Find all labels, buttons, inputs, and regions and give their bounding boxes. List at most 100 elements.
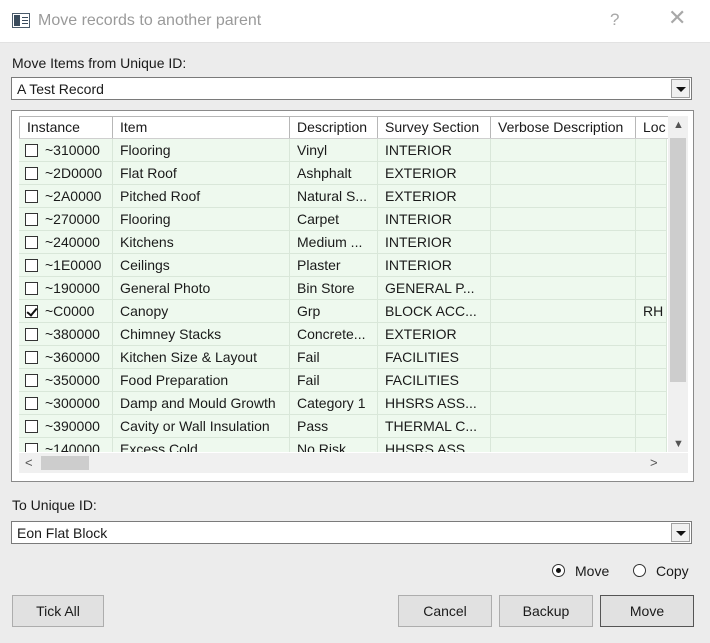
copy-radio-label[interactable]: Copy [656,563,689,579]
row-checkbox[interactable] [25,282,38,295]
table-row[interactable]: ~190000 General Photo Bin Store GENERAL P..… [19,277,667,300]
table-row[interactable]: ~360000 Kitchen Size & Layout Fail FACILITI… [19,346,667,369]
table-row[interactable]: ~240000 Kitchens Medium ... INTERIOR [19,231,667,254]
move-radio-label[interactable]: Move [575,563,609,579]
column-header-item[interactable]: Item [113,116,290,138]
cell-instance[interactable]: ~2D0000 [19,162,113,185]
column-header-verbose-description[interactable]: Verbose Description [491,116,636,138]
tick-all-button[interactable]: Tick All [12,595,104,627]
cell-instance[interactable]: ~390000 [19,415,113,438]
scroll-right-icon[interactable]: > [650,455,658,470]
horizontal-scrollbar[interactable]: < > [19,453,668,473]
column-header-instance[interactable]: Instance [19,116,113,138]
table-row[interactable]: ~270000 Flooring Carpet INTERIOR [19,208,667,231]
records-grid[interactable]: Instance Item Description Survey Section… [11,110,694,482]
chevron-down-icon[interactable] [671,79,690,98]
cell-instance[interactable]: ~270000 [19,208,113,231]
cell-survey-section: GENERAL P... [378,277,491,300]
cell-loc [636,415,667,438]
table-row[interactable]: ~310000 Flooring Vinyl INTERIOR [19,139,667,162]
cell-item: Kitchens [113,231,290,254]
cell-instance[interactable]: ~240000 [19,231,113,254]
cell-instance[interactable]: ~1E0000 [19,254,113,277]
scrollbar-corner [668,453,688,473]
instance-id-text: ~310000 [45,142,100,158]
cell-item: Kitchen Size & Layout [113,346,290,369]
table-row[interactable]: ~1E0000 Ceilings Plaster INTERIOR [19,254,667,277]
cell-instance[interactable]: ~2A0000 [19,185,113,208]
scroll-up-icon[interactable]: ▲ [673,119,684,131]
column-header-loc[interactable]: Loc [636,116,669,138]
scroll-down-icon[interactable]: ▼ [673,438,684,450]
row-checkbox[interactable] [25,420,38,433]
cancel-button[interactable]: Cancel [398,595,492,627]
instance-id-text: ~1E0000 [45,257,102,273]
cell-item: Excess Cold [113,438,290,452]
row-checkbox[interactable] [25,305,38,318]
cell-instance[interactable]: ~350000 [19,369,113,392]
row-checkbox[interactable] [25,374,38,387]
row-checkbox[interactable] [25,351,38,364]
column-header-survey-section[interactable]: Survey Section [378,116,491,138]
row-checkbox[interactable] [25,443,38,452]
cell-instance[interactable]: ~140000 [19,438,113,452]
row-checkbox[interactable] [25,397,38,410]
table-row[interactable]: ~C0000 Canopy Grp BLOCK ACC... RH [19,300,667,323]
cell-instance[interactable]: ~C0000 [19,300,113,323]
cell-description: Pass [290,415,378,438]
move-radio[interactable] [552,564,565,577]
cell-instance[interactable]: ~190000 [19,277,113,300]
cell-instance[interactable]: ~360000 [19,346,113,369]
column-header-description[interactable]: Description [290,116,378,138]
chevron-down-icon[interactable] [671,523,690,542]
cell-instance[interactable]: ~310000 [19,139,113,162]
backup-button[interactable]: Backup [499,595,593,627]
cell-description: Fail [290,369,378,392]
table-row[interactable]: ~140000 Excess Cold No Risk HHSRS ASS... [19,438,667,452]
instance-id-text: ~190000 [45,280,100,296]
close-icon[interactable]: ✕ [668,7,686,29]
vertical-scroll-thumb[interactable] [670,138,686,382]
to-unique-id-dropdown[interactable]: Eon Flat Block [11,521,692,544]
cell-item: Flooring [113,208,290,231]
cell-survey-section: EXTERIOR [378,162,491,185]
row-checkbox[interactable] [25,213,38,226]
table-row[interactable]: ~2D0000 Flat Roof Ashphalt EXTERIOR [19,162,667,185]
table-row[interactable]: ~2A0000 Pitched Roof Natural S... EXTERIOR [19,185,667,208]
cell-description: Bin Store [290,277,378,300]
vertical-scrollbar[interactable]: ▲ ▼ [668,116,688,452]
instance-id-text: ~140000 [45,441,100,452]
cell-item: General Photo [113,277,290,300]
row-checkbox[interactable] [25,190,38,203]
cell-instance[interactable]: ~380000 [19,323,113,346]
move-button[interactable]: Move [600,595,694,627]
cell-instance[interactable]: ~300000 [19,392,113,415]
cell-verbose-description [491,139,636,162]
instance-id-text: ~300000 [45,395,100,411]
cell-item: Pitched Roof [113,185,290,208]
scroll-left-icon[interactable]: < [25,455,33,470]
cell-loc [636,139,667,162]
table-row[interactable]: ~350000 Food Preparation Fail FACILITIES [19,369,667,392]
row-checkbox[interactable] [25,328,38,341]
row-checkbox[interactable] [25,167,38,180]
table-row[interactable]: ~390000 Cavity or Wall Insulation Pass THER… [19,415,667,438]
row-checkbox[interactable] [25,236,38,249]
horizontal-scroll-thumb[interactable] [41,456,89,470]
table-row[interactable]: ~300000 Damp and Mould Growth Category 1 HH… [19,392,667,415]
help-icon[interactable]: ? [610,10,619,30]
table-row[interactable]: ~380000 Chimney Stacks Concrete... EXTERIOR [19,323,667,346]
cell-description: Grp [290,300,378,323]
cell-description: Natural S... [290,185,378,208]
from-unique-id-dropdown[interactable]: A Test Record [11,77,692,100]
cell-loc [636,162,667,185]
cell-verbose-description [491,162,636,185]
row-checkbox[interactable] [25,259,38,272]
copy-radio[interactable] [633,564,646,577]
cell-survey-section: INTERIOR [378,231,491,254]
cell-verbose-description [491,185,636,208]
cell-item: Ceilings [113,254,290,277]
row-checkbox[interactable] [25,144,38,157]
instance-id-text: ~270000 [45,211,100,227]
instance-id-text: ~2A0000 [45,188,102,204]
